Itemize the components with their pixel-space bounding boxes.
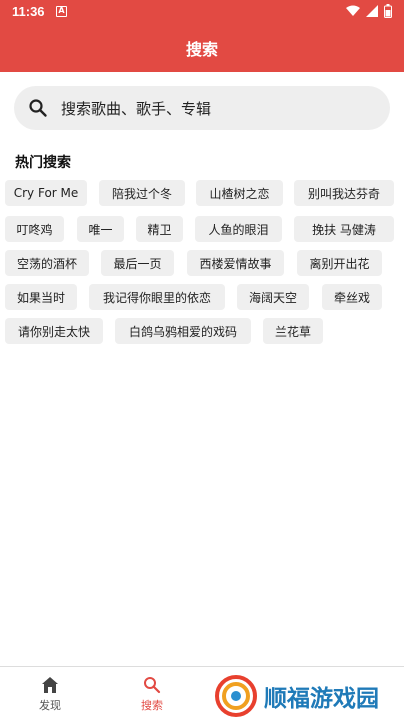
page-title: 搜索 [185,40,218,59]
search-icon [144,677,161,694]
hot-tag[interactable]: 精卫 [136,216,183,242]
watermark: 顺福游戏园 [214,672,404,720]
search-icon [29,99,47,117]
hot-search-title: 热门搜索 [15,155,71,171]
hot-tag[interactable]: 叮咚鸡 [5,216,64,242]
hot-tag[interactable]: 兰花草 [263,318,323,344]
search-input[interactable]: 搜索歌曲、歌手、专辑 [14,86,390,130]
nav-label-search: 搜索 [141,699,163,712]
hot-tag[interactable]: 海阔天空 [237,284,309,310]
hot-tag[interactable]: 白鸽乌鸦相爱的戏码 [115,318,251,344]
status-icons [346,4,392,18]
nav-item-discover[interactable]: 发现 [20,675,80,713]
hot-tag[interactable]: 空荡的酒杯 [5,250,89,276]
signal-icon [366,5,378,17]
hot-tag[interactable]: 最后一页 [101,250,174,276]
watermark-logo-icon [215,675,257,717]
hot-tag[interactable]: 唯一 [77,216,124,242]
hot-tag[interactable]: 西楼爱情故事 [187,250,284,276]
status-bar: 11:36 A [0,0,404,24]
hot-tag[interactable]: 别叫我达芬奇 [294,180,394,206]
hot-tag[interactable]: 请你别走太快 [5,318,103,344]
notification-app-icon: A [56,6,67,17]
hot-tag[interactable]: 挽扶 马健涛 [294,216,394,242]
wifi-icon [346,5,360,16]
battery-icon [384,4,392,18]
hot-tag[interactable]: 离别开出花 [297,250,382,276]
hot-tag[interactable]: 我记得你眼里的依恋 [89,284,225,310]
hot-tag[interactable]: 山楂树之恋 [196,180,283,206]
hot-tag[interactable]: Cry For Me [5,180,87,206]
watermark-text: 顺福游戏园 [264,686,379,712]
app-bar: 搜索 [0,24,404,72]
hot-tag[interactable]: 陪我过个冬 [99,180,185,206]
search-placeholder: 搜索歌曲、歌手、专辑 [61,100,212,118]
nav-item-search[interactable]: 搜索 [122,675,182,713]
home-icon [42,677,58,693]
nav-label-discover: 发现 [39,699,61,712]
status-time: 11:36 [12,4,45,19]
hot-tag[interactable]: 人鱼的眼泪 [195,216,282,242]
hot-tag[interactable]: 如果当时 [5,284,77,310]
hot-tag[interactable]: 牵丝戏 [322,284,382,310]
